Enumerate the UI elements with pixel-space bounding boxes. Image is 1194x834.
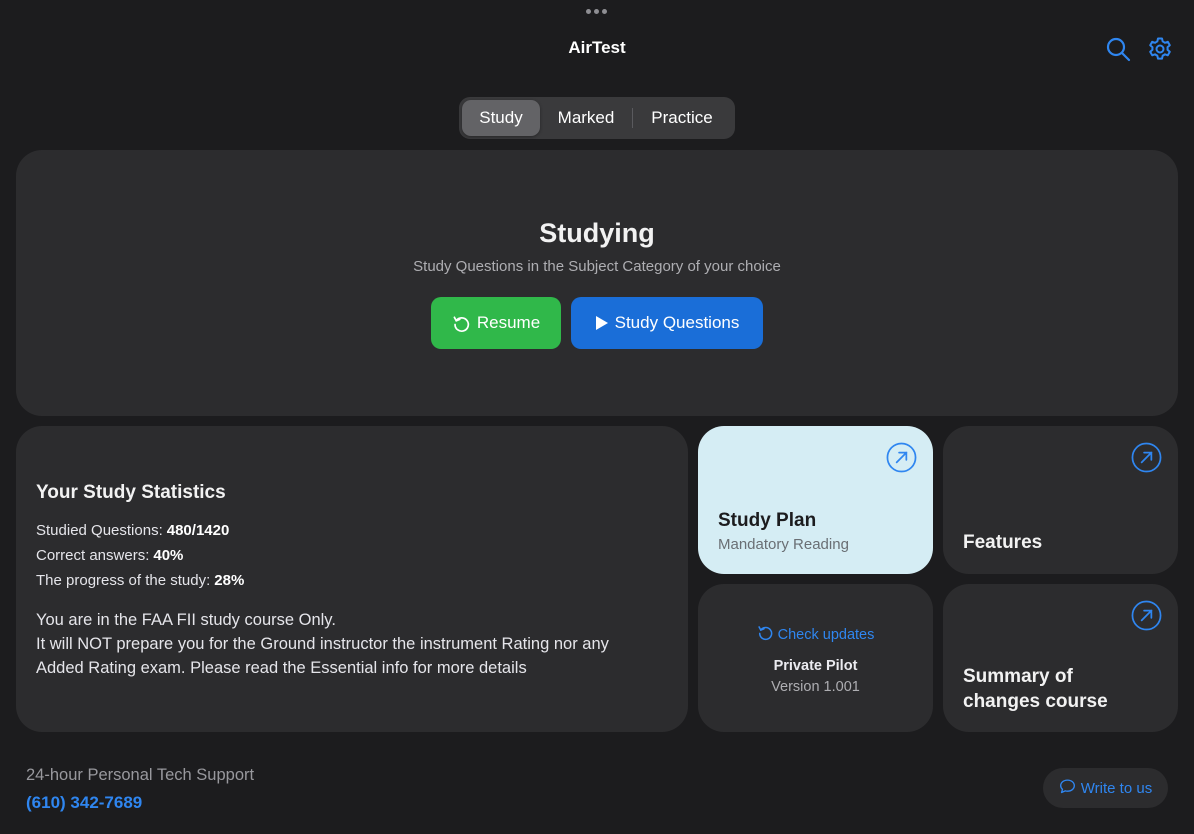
arrow-up-right-icon (1131, 442, 1162, 473)
study-questions-label: Study Questions (614, 313, 740, 332)
app-screen: AirTest Study Marked Practice Studying S… (0, 0, 1194, 834)
features-tile[interactable]: Features (943, 426, 1178, 574)
course-notice-line: It will NOT prepare you for the Ground i… (36, 635, 609, 653)
study-plan-subtitle: Mandatory Reading (718, 536, 849, 553)
stat-value: 40% (153, 547, 184, 564)
stat-label: Correct answers: (36, 547, 150, 564)
stat-value: 480/1420 (166, 522, 230, 539)
course-name: Private Pilot (773, 658, 858, 674)
features-title: Features (963, 532, 1043, 553)
gear-icon[interactable] (1147, 36, 1173, 62)
stat-label: Studied Questions: (36, 522, 163, 539)
refresh-icon (757, 624, 774, 645)
tab-study[interactable]: Study (462, 100, 540, 136)
studying-title: Studying (539, 218, 655, 248)
version-tile: Check updates Private Pilot Version 1.00… (698, 584, 933, 732)
course-notice: You are in the FAA FII study course Only… (36, 608, 676, 680)
write-to-us-button[interactable]: Write to us (1043, 768, 1168, 808)
search-icon[interactable] (1105, 36, 1131, 62)
summary-changes-title: Summary of changes course (963, 666, 1108, 712)
tab-practice[interactable]: Practice (633, 100, 731, 136)
studying-card: Studying Study Questions in the Subject … (16, 150, 1178, 416)
support-phone-link[interactable]: (610) 342-7689 (26, 793, 142, 813)
study-statistics-card: Your Study Statistics Studied Questions:… (16, 426, 688, 732)
check-updates-label: Check updates (777, 626, 875, 643)
study-plan-title: Study Plan (718, 510, 817, 531)
studying-subtitle: Study Questions in the Subject Category … (413, 258, 781, 275)
tab-marked[interactable]: Marked (540, 100, 632, 136)
resume-label: Resume (476, 313, 541, 332)
stat-value: 28% (214, 572, 245, 589)
write-to-us-label: Write to us (1080, 779, 1153, 797)
stat-row-studied: Studied Questions: 480/1420 (36, 522, 229, 539)
course-notice-line: You are in the FAA FII study course Only… (36, 611, 336, 629)
study-questions-button[interactable]: Study Questions (571, 297, 763, 349)
app-title: AirTest (568, 38, 626, 57)
play-icon (595, 315, 609, 331)
mode-tabs: Study Marked Practice (459, 97, 735, 139)
check-updates-link[interactable]: Check updates (698, 624, 933, 645)
course-version: Version 1.001 (771, 679, 860, 695)
multitasking-handle[interactable] (586, 9, 607, 14)
course-notice-line: Added Rating exam. Please read the Essen… (36, 659, 527, 677)
support-label: 24-hour Personal Tech Support (26, 766, 255, 784)
stat-row-progress: The progress of the study: 28% (36, 572, 244, 589)
stat-label: The progress of the study: (36, 572, 211, 589)
refresh-icon (452, 314, 471, 333)
study-plan-tile[interactable]: Study Plan Mandatory Reading (698, 426, 933, 574)
arrow-up-right-icon (886, 442, 917, 473)
statistics-title: Your Study Statistics (36, 482, 226, 503)
resume-button[interactable]: Resume (431, 297, 561, 349)
summary-changes-tile[interactable]: Summary of changes course (943, 584, 1178, 732)
arrow-up-right-icon (1131, 600, 1162, 631)
stat-row-correct: Correct answers: 40% (36, 547, 183, 564)
chat-bubble-icon (1059, 778, 1076, 799)
